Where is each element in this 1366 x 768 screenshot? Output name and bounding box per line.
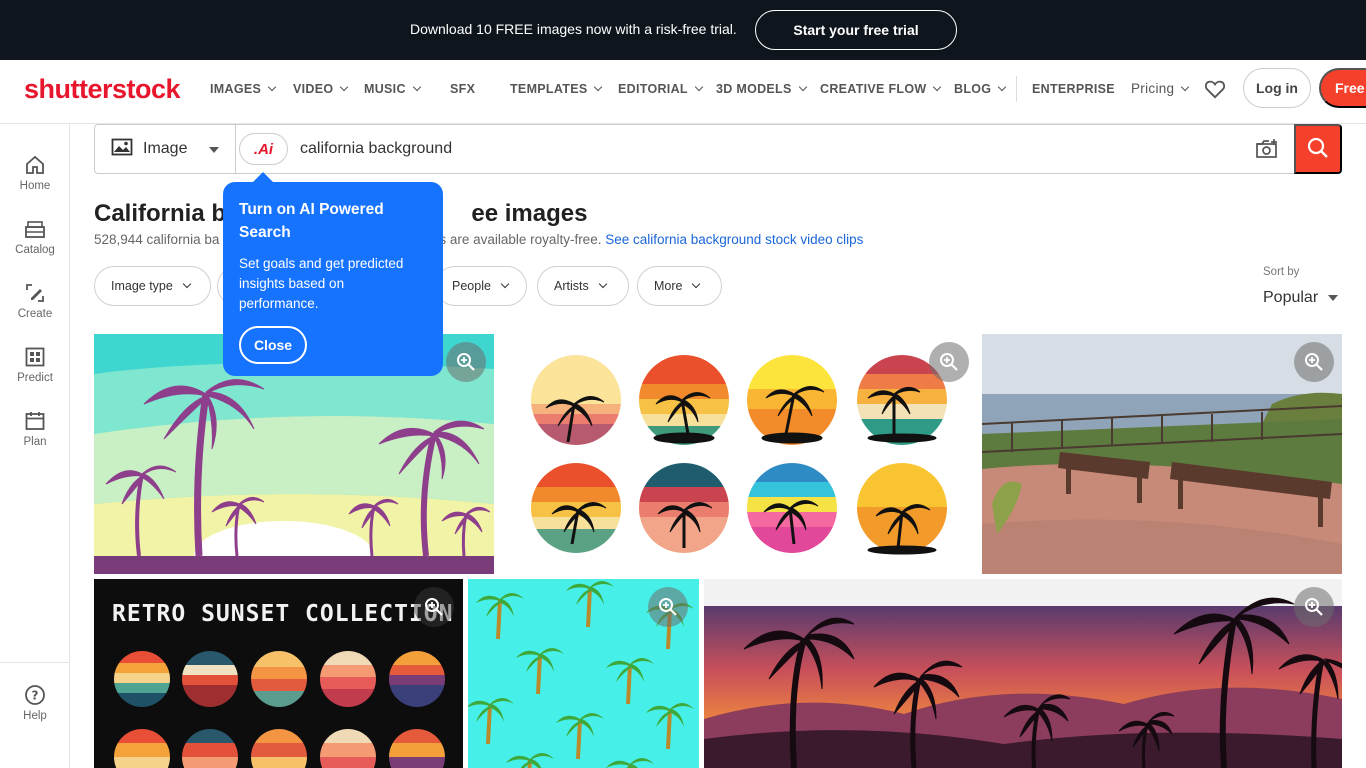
nav-enterprise[interactable]: ENTERPRISE xyxy=(1032,82,1115,96)
result-count: 528,944 california ba d illustrations are… xyxy=(94,232,864,247)
chevron-down-icon xyxy=(267,82,277,92)
sidebar-item-label: Predict xyxy=(17,372,53,384)
svg-text:?: ? xyxy=(32,689,39,703)
ai-search-tooltip: Turn on AI Powered Search Set goals and … xyxy=(223,172,443,376)
filter-image-type[interactable]: Image type xyxy=(94,266,211,306)
chevron-down-icon xyxy=(798,82,807,92)
promo-text: Download 10 FREE images now with a risk-… xyxy=(410,21,737,37)
zoom-in-icon[interactable] xyxy=(446,342,486,382)
sidebar-item-predict[interactable]: Predict xyxy=(0,346,70,384)
chevron-down-icon xyxy=(933,82,942,92)
nav-templates[interactable]: TEMPLATES xyxy=(510,82,603,96)
sidebar-item-label: Home xyxy=(19,180,51,192)
nav-images[interactable]: IMAGES xyxy=(210,82,277,96)
nav-sfx[interactable]: SFX xyxy=(450,82,475,96)
nav-music[interactable]: MUSIC xyxy=(364,82,422,96)
filter-people[interactable]: People xyxy=(435,266,527,306)
nav-creative-flow[interactable]: CREATIVE FLOW xyxy=(820,82,942,96)
chevron-down-icon xyxy=(340,82,349,92)
predict-icon xyxy=(24,346,46,368)
sidebar-item-plan[interactable]: Plan xyxy=(0,410,70,448)
caret-down-icon xyxy=(209,147,219,153)
left-sidebar: Home Catalog Create Predict Plan ? Help xyxy=(0,124,70,768)
favorites-heart-icon[interactable] xyxy=(1204,79,1226,105)
image-tile-sunset-silhouette[interactable] xyxy=(704,579,1342,768)
sidebar-item-catalog[interactable]: Catalog xyxy=(0,218,70,256)
zoom-in-icon[interactable] xyxy=(929,342,969,382)
image-tile-retro-collection[interactable]: RETRO SUNSET COLLECTION 2 xyxy=(94,579,463,768)
sunset-circles-image xyxy=(531,355,947,555)
nav-3d-models[interactable]: 3D MODELS xyxy=(716,82,807,96)
media-type-select[interactable]: Image xyxy=(95,125,236,173)
zoom-in-icon[interactable] xyxy=(414,587,454,627)
search-button[interactable] xyxy=(1294,124,1342,174)
chevron-down-icon xyxy=(692,279,701,289)
calendar-icon xyxy=(24,410,46,432)
caret-down-icon xyxy=(1328,295,1339,301)
zoom-in-icon[interactable] xyxy=(1294,342,1334,382)
sidebar-item-label: Plan xyxy=(23,436,47,448)
chevron-down-icon xyxy=(998,82,1007,92)
tooltip-title: Turn on AI Powered Search xyxy=(239,201,384,241)
chevron-down-icon xyxy=(182,279,192,289)
nav-video[interactable]: VIDEO xyxy=(293,82,349,96)
nav-divider xyxy=(1016,76,1017,102)
start-free-trial-button[interactable]: Start your free trial xyxy=(755,10,957,50)
create-icon xyxy=(24,282,46,304)
search-bar: Image .Ai xyxy=(94,124,1342,174)
sidebar-item-label: Create xyxy=(17,308,53,320)
nav-pricing[interactable]: Pricing xyxy=(1131,81,1190,96)
zoom-in-icon[interactable] xyxy=(648,587,688,627)
chevron-down-icon xyxy=(500,279,510,289)
camera-search-icon[interactable] xyxy=(1255,138,1279,165)
sidebar-divider xyxy=(0,662,70,663)
retro-circles-image xyxy=(114,651,445,768)
chevron-down-icon xyxy=(694,82,704,92)
media-type-label: Image xyxy=(143,140,188,157)
search-icon xyxy=(1307,137,1329,162)
login-button[interactable]: Log in xyxy=(1243,68,1311,108)
top-nav: shutterstock IMAGES VIDEO MUSIC SFX TEMP… xyxy=(0,60,1366,124)
zoom-in-icon[interactable] xyxy=(1294,587,1334,627)
promo-banner: Download 10 FREE images now with a risk-… xyxy=(0,0,1366,60)
search-input[interactable] xyxy=(300,125,1240,173)
ai-search-toggle[interactable]: .Ai xyxy=(239,133,288,165)
tooltip-close-button[interactable]: Close xyxy=(239,326,307,364)
filter-artists[interactable]: Artists xyxy=(537,266,629,306)
chevron-down-icon xyxy=(598,279,607,289)
chevron-down-icon xyxy=(412,82,422,92)
nav-blog[interactable]: BLOG xyxy=(954,82,1007,96)
image-icon xyxy=(111,138,133,161)
sunset-silhouette-image xyxy=(704,597,1342,768)
chevron-down-icon xyxy=(594,82,603,92)
image-tile-sunset-circles[interactable] xyxy=(498,334,978,574)
shutterstock-logo[interactable]: shutterstock xyxy=(24,74,181,105)
sidebar-item-home[interactable]: Home xyxy=(0,154,70,192)
beach-benches-image xyxy=(982,334,1342,574)
help-icon: ? xyxy=(24,684,46,706)
image-tile-beach-benches[interactable] xyxy=(982,334,1342,574)
sidebar-item-label: Help xyxy=(23,710,47,722)
catalog-icon xyxy=(24,218,46,240)
home-icon xyxy=(24,154,46,176)
filter-more[interactable]: More xyxy=(637,266,722,306)
chevron-down-icon xyxy=(1181,82,1190,91)
sidebar-item-create[interactable]: Create xyxy=(0,282,70,320)
sidebar-item-help[interactable]: ? Help xyxy=(0,684,70,722)
free-trial-button[interactable]: Free t xyxy=(1319,68,1366,108)
nav-editorial[interactable]: EDITORIAL xyxy=(618,82,704,96)
tooltip-body: Set goals and get predicted insights bas… xyxy=(239,256,404,311)
video-clips-link[interactable]: See california background stock video cl… xyxy=(605,232,863,247)
sort-by-select[interactable]: Popular xyxy=(1263,289,1339,307)
sort-by-label: Sort by xyxy=(1263,266,1300,278)
image-tile-palm-pattern[interactable] xyxy=(468,579,699,768)
sidebar-item-label: Catalog xyxy=(15,244,55,256)
